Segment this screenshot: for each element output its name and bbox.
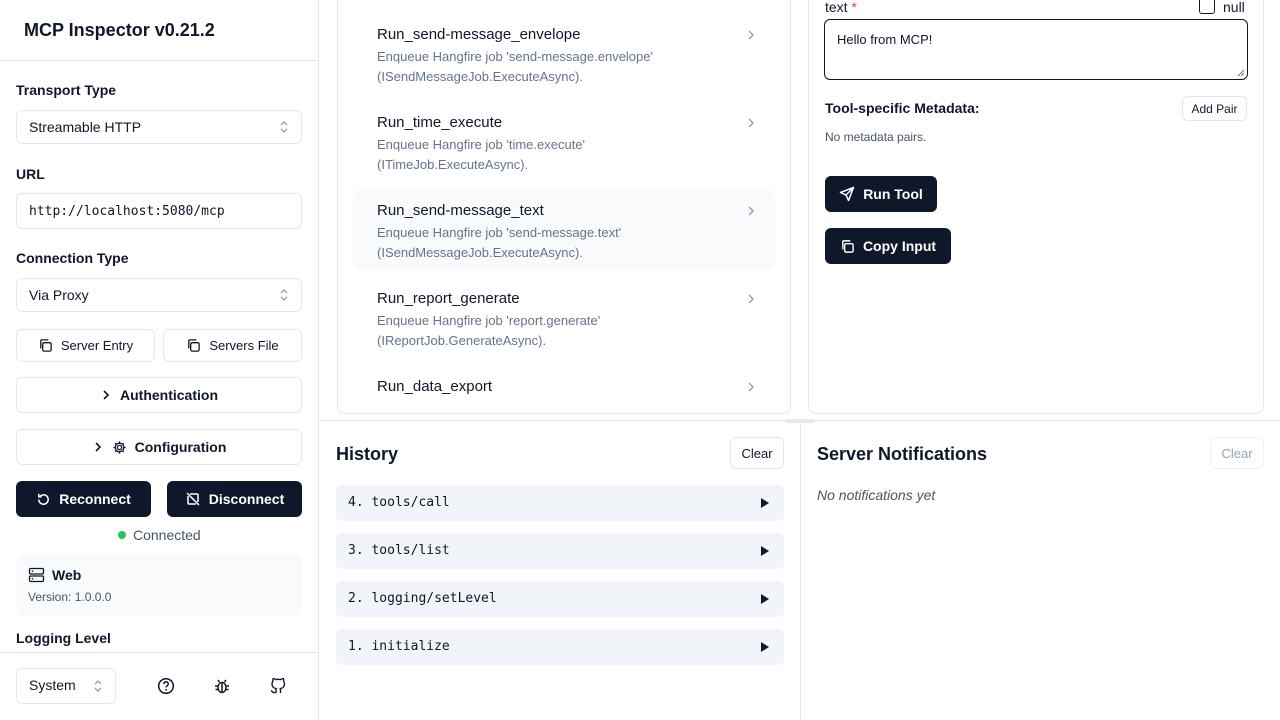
servers-file-button[interactable]: Servers File — [163, 329, 302, 362]
tool-name: Run_send-message_text — [377, 202, 544, 219]
history-item-label: 2. logging/setLevel — [348, 591, 497, 606]
null-label: null — [1223, 0, 1245, 15]
chevron-right-icon — [95, 442, 101, 452]
tool-item[interactable]: Run_time_execute Enqueue Hangfire job 't… — [353, 102, 775, 182]
configuration-label: Configuration — [134, 439, 227, 455]
history-item[interactable]: 1. initialize — [336, 629, 784, 665]
theme-select[interactable]: System — [16, 668, 116, 704]
add-pair-button[interactable]: Add Pair — [1182, 96, 1247, 121]
chevron-up-down-icon — [94, 680, 102, 692]
tool-description: Enqueue Hangfire job 'report.generate' (… — [377, 313, 601, 348]
vertical-divider — [800, 421, 801, 720]
chevron-right-icon — [748, 206, 755, 216]
disconnect-label: Disconnect — [208, 491, 285, 507]
notifications-title: Server Notifications — [817, 444, 988, 464]
theme-value: System — [29, 677, 76, 693]
copy-icon — [188, 339, 201, 352]
transport-type-select[interactable]: Streamable HTTP — [16, 110, 302, 144]
history-item-label: 4. tools/call — [348, 495, 450, 510]
server-version: Version: 1.0.0.0 — [28, 590, 112, 604]
tool-description: Enqueue Hangfire job 'send-message.envel… — [377, 49, 653, 84]
play-triangle-icon — [761, 546, 769, 556]
history-item[interactable]: 4. tools/call — [336, 485, 784, 521]
copy-input-label: Copy Input — [862, 238, 937, 254]
metadata-label: Tool-specific Metadata: — [825, 100, 980, 116]
chevron-right-icon — [748, 382, 755, 392]
status-text: Connected — [133, 527, 201, 543]
copy-input-button[interactable]: Copy Input — [825, 228, 951, 264]
server-icon — [28, 567, 45, 583]
copy-icon — [40, 339, 52, 352]
play-triangle-icon — [761, 498, 769, 508]
tool-name: Run_send-message_envelope — [377, 26, 581, 43]
server-name: Web — [52, 567, 82, 583]
no-metadata-text: No metadata pairs. — [825, 130, 927, 144]
tool-item[interactable]: Run_data_export — [353, 366, 775, 406]
tool-description: Enqueue Hangfire job 'time.execute' (ITi… — [377, 137, 586, 172]
sidebar: MCP Inspector v0.21.2 Transport Type Str… — [0, 0, 319, 720]
logging-level-label: Logging Level — [16, 630, 111, 646]
tool-name: Run_report_generate — [377, 290, 520, 307]
tool-name: Run_data_export — [377, 378, 493, 395]
chevron-up-down-icon — [280, 121, 288, 133]
configuration-toggle[interactable]: Configuration — [16, 429, 302, 465]
url-input[interactable]: http://localhost:5080/mcp — [16, 193, 302, 229]
run-tool-button[interactable]: Run Tool — [825, 176, 937, 212]
server-info-card — [16, 554, 302, 616]
server-entry-button[interactable]: Server Entry — [16, 329, 155, 362]
transport-type-value: Streamable HTTP — [29, 119, 142, 135]
bug-icon[interactable] — [213, 677, 231, 695]
notifications-clear-button[interactable]: Clear — [1210, 437, 1264, 469]
help-circle-icon[interactable] — [157, 677, 175, 695]
tool-description: Enqueue Hangfire job 'send-message.text'… — [377, 225, 622, 260]
param-label: text * — [825, 0, 857, 15]
required-mark: * — [851, 0, 857, 15]
copy-icon — [842, 239, 854, 253]
tool-item[interactable]: Run_send-message_text Enqueue Hangfire j… — [353, 190, 775, 270]
chevron-right-icon — [748, 294, 755, 304]
resize-handle-icon[interactable] — [1237, 69, 1245, 77]
sidebar-header: MCP Inspector v0.21.2 — [0, 0, 318, 61]
chevron-right-icon — [103, 390, 110, 400]
authentication-label: Authentication — [120, 387, 218, 403]
param-name: text — [825, 0, 848, 15]
servers-file-label: Servers File — [209, 338, 279, 353]
tool-item[interactable]: Run_send-message_envelope Enqueue Hangfi… — [353, 14, 775, 94]
history-item[interactable]: 2. logging/setLevel — [336, 581, 784, 617]
null-checkbox[interactable] — [1199, 0, 1215, 14]
github-icon[interactable] — [269, 677, 287, 695]
history-item-label: 3. tools/list — [348, 543, 450, 558]
history-item[interactable]: 3. tools/list — [336, 533, 784, 569]
connection-type-select[interactable]: Via Proxy — [16, 278, 302, 312]
connection-type-label: Connection Type — [16, 250, 129, 266]
no-notifications-text: No notifications yet — [817, 487, 936, 503]
history-title: History — [336, 444, 399, 464]
rotate-ccw-icon — [38, 493, 50, 505]
history-item-label: 1. initialize — [348, 639, 450, 654]
chevron-right-icon — [748, 118, 755, 128]
history-clear-button[interactable]: Clear — [730, 437, 784, 469]
transport-type-label: Transport Type — [16, 82, 117, 98]
authentication-toggle[interactable]: Authentication — [16, 377, 302, 413]
send-icon — [839, 186, 855, 202]
unplug-icon — [186, 492, 200, 506]
text-param-input[interactable]: Hello from MCP! — [824, 19, 1248, 80]
chevron-up-down-icon — [280, 289, 288, 301]
connection-status: Connected — [118, 527, 201, 543]
app-title: MCP Inspector v0.21.2 — [24, 20, 215, 40]
play-triangle-icon — [761, 594, 769, 604]
gear-icon — [113, 440, 126, 454]
connection-type-value: Via Proxy — [29, 287, 89, 303]
play-triangle-icon — [761, 642, 769, 652]
server-entry-label: Server Entry — [60, 338, 134, 353]
tool-name: Run_time_execute — [377, 114, 503, 131]
chevron-right-icon — [748, 30, 755, 40]
url-label: URL — [16, 166, 45, 182]
disconnect-button[interactable]: Disconnect — [167, 481, 302, 517]
status-dot-icon — [118, 531, 126, 539]
reconnect-label: Reconnect — [59, 491, 131, 507]
run-tool-label: Run Tool — [863, 186, 923, 202]
tool-item[interactable]: Run_report_generate Enqueue Hangfire job… — [353, 278, 775, 358]
reconnect-button[interactable]: Reconnect — [16, 481, 151, 517]
